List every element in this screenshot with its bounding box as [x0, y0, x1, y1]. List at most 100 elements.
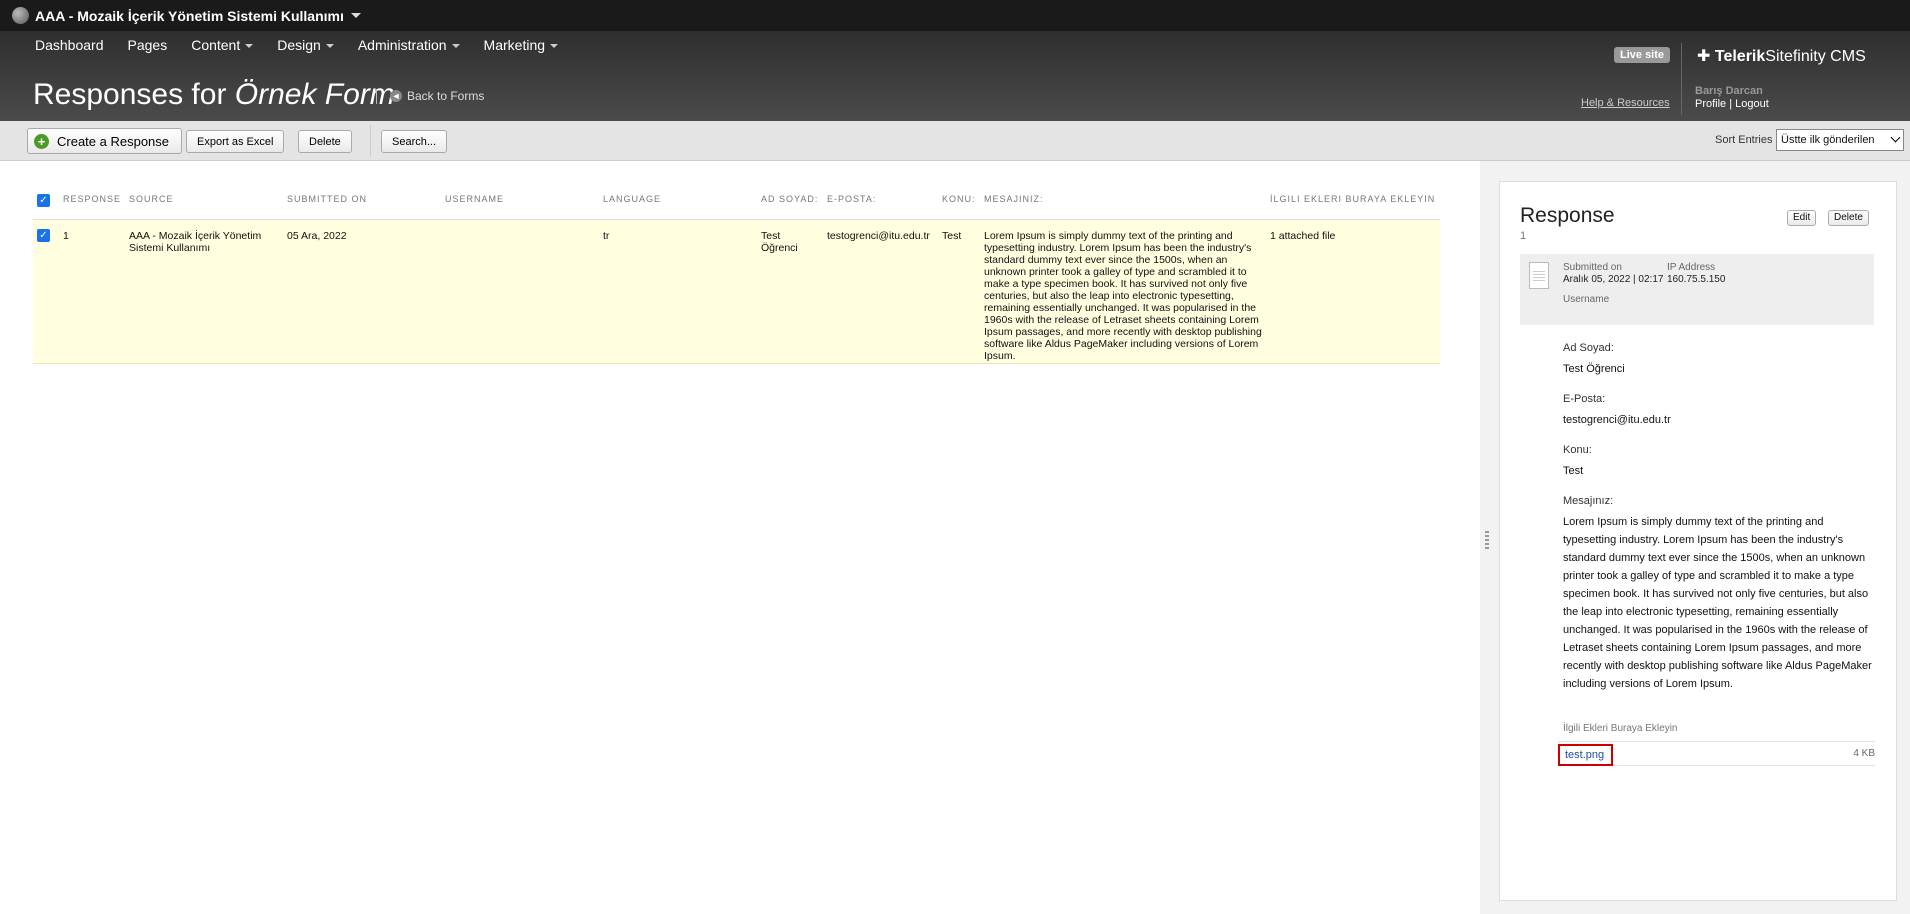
chevron-down-icon [451, 44, 460, 49]
nav-content[interactable]: Content [191, 37, 254, 53]
cell-ad-soyad: Test Öğrenci [761, 230, 798, 254]
telerik-logo-icon: ✚ [1697, 48, 1711, 65]
profile-link[interactable]: Profile [1695, 98, 1726, 110]
col-mesaj[interactable]: MESAJINIZ: [984, 194, 1044, 204]
divider [376, 89, 377, 104]
nav-label: Pages [127, 37, 168, 53]
submitted-label: Submitted on [1563, 262, 1622, 273]
grid-header: ✓ RESPONSE SOURCE SUBMITTED ON USERNAME … [33, 186, 1440, 220]
user-name: Barış Darcan [1695, 85, 1763, 97]
back-label: Back to Forms [407, 89, 485, 103]
divider [370, 125, 371, 157]
nav-administration[interactable]: Administration [358, 37, 460, 53]
nav-dashboard[interactable]: Dashboard [35, 37, 104, 53]
user-links: Profile | Logout [1695, 98, 1769, 110]
field-value: Test Öğrenci [1563, 363, 1625, 375]
create-response-button[interactable]: + Create a Response [27, 128, 183, 154]
help-resources-link[interactable]: Help & Resources [1581, 97, 1670, 109]
attachments-label: İlgili Ekleri Buraya Ekleyin [1563, 723, 1678, 734]
nav-label: Marketing [483, 37, 546, 53]
cell-language: tr [603, 230, 610, 242]
chevron-down-icon [325, 44, 334, 49]
chevron-down-icon [550, 44, 559, 49]
field-konu: Konu: Test [1563, 444, 1873, 480]
attachment-size: 4 KB [1853, 748, 1875, 759]
row-checkbox[interactable]: ✓ [37, 229, 50, 242]
nav-label: Dashboard [35, 37, 104, 53]
resize-handle[interactable] [1485, 531, 1489, 551]
nav-pages[interactable]: Pages [128, 37, 168, 53]
search-button[interactable]: Search... [381, 130, 448, 153]
sort-value: Üstte ilk gönderilen [1781, 134, 1875, 146]
site-title[interactable]: AAA - Mozaik İçerik Yönetim Sistemi Kull… [35, 8, 344, 24]
nav-label: Content [191, 37, 241, 53]
cell-konu: Test [942, 230, 962, 242]
field-ad-soyad: Ad Soyad: Test Öğrenci [1563, 342, 1873, 378]
attachment-row: test.png 4 KB [1558, 741, 1875, 766]
field-value: Test [1563, 465, 1584, 477]
logout-link[interactable]: Logout [1735, 98, 1769, 110]
plus-icon: + [34, 133, 49, 149]
col-username[interactable]: USERNAME [445, 194, 504, 204]
field-value: Lorem Ipsum is simply dummy text of the … [1563, 516, 1872, 690]
nav-marketing[interactable]: Marketing [483, 37, 559, 53]
export-excel-button[interactable]: Export as Excel [186, 130, 285, 153]
table-row[interactable]: ✓ 1 AAA - Mozaik İçerik Yönetim Sistemi … [33, 220, 1440, 364]
main-nav: Dashboard Pages Content Design Administr… [35, 37, 559, 53]
col-konu[interactable]: KONU: [942, 194, 976, 204]
select-all-checkbox[interactable]: ✓ [37, 194, 50, 207]
back-arrow-icon: ◄ [390, 90, 402, 102]
col-response[interactable]: RESPONSE [63, 194, 121, 204]
edit-button[interactable]: Edit [1787, 210, 1817, 226]
cell-response: 1 [63, 230, 69, 242]
sort-label: Sort Entries [1715, 134, 1773, 146]
ip-value: 160.75.5.150 [1667, 274, 1726, 285]
nav-design[interactable]: Design [277, 37, 334, 53]
header: Dashboard Pages Content Design Administr… [0, 31, 1910, 121]
chevron-down-icon [245, 44, 254, 49]
col-source[interactable]: SOURCE [129, 194, 174, 204]
field-label: Ad Soyad: [1563, 342, 1614, 354]
button-label: Create a Response [57, 133, 170, 149]
field-label: E-Posta: [1563, 393, 1606, 405]
submitted-value: Aralık 05, 2022 | 02:17 [1563, 274, 1664, 285]
response-detail-panel: Response 1 Edit Delete Submitted on Aral… [1499, 181, 1897, 901]
col-language[interactable]: LANGUAGE [603, 194, 661, 204]
cell-submitted-on: 05 Ara, 2022 [287, 230, 347, 242]
page-title: Responses for Örnek Form [33, 78, 395, 112]
cell-ekler: 1 attached file [1270, 230, 1336, 242]
panel-title: Response [1520, 204, 1615, 227]
chevron-down-icon [1890, 132, 1901, 143]
field-value: testogrenci@itu.edu.tr [1563, 414, 1671, 426]
col-ad-soyad[interactable]: AD SOYAD: [761, 194, 818, 204]
col-eposta[interactable]: E-POSTA: [827, 194, 876, 204]
panel-delete-button[interactable]: Delete [1828, 210, 1869, 226]
sort-select[interactable]: Üstte ilk gönderilen [1776, 129, 1904, 151]
back-to-forms-link[interactable]: ◄ Back to Forms [390, 89, 484, 103]
form-name: Örnek Form [234, 78, 395, 111]
title-prefix: Responses for [33, 78, 227, 111]
chevron-down-icon[interactable] [350, 13, 361, 18]
col-ekler[interactable]: İLGILI EKLERI BURAYA EKLEYIN [1270, 194, 1435, 204]
document-icon [1529, 262, 1549, 289]
globe-icon [12, 7, 29, 24]
field-eposta: E-Posta: testogrenci@itu.edu.tr [1563, 393, 1873, 429]
responses-grid: ✓ RESPONSE SOURCE SUBMITTED ON USERNAME … [33, 186, 1440, 364]
cell-eposta: testogrenci@itu.edu.tr [827, 230, 930, 242]
divider [1681, 43, 1682, 115]
submission-meta: Submitted on Aralık 05, 2022 | 02:17 IP … [1520, 254, 1874, 325]
brand-bold: Telerik [1714, 48, 1766, 65]
field-label: Mesajınız: [1563, 495, 1614, 507]
delete-button[interactable]: Delete [298, 130, 352, 153]
brand-logo: ✚ TelerikSitefinity CMS [1697, 46, 1866, 66]
cell-mesaj: Lorem Ipsum is simply dummy text of the … [984, 230, 1262, 362]
site-bar: AAA - Mozaik İçerik Yönetim Sistemi Kull… [0, 0, 1910, 31]
attachment-link[interactable]: test.png [1558, 744, 1613, 766]
col-submitted-on[interactable]: SUBMITTED ON [287, 194, 367, 204]
nav-label: Administration [357, 37, 447, 53]
nav-label: Design [277, 37, 321, 53]
ip-label: IP Address [1667, 262, 1716, 273]
field-mesaj: Mesajınız: Lorem Ipsum is simply dummy t… [1563, 495, 1873, 693]
cell-source: AAA - Mozaik İçerik Yönetim Sistemi Kull… [129, 230, 262, 254]
live-site-button[interactable]: Live site [1614, 47, 1671, 63]
